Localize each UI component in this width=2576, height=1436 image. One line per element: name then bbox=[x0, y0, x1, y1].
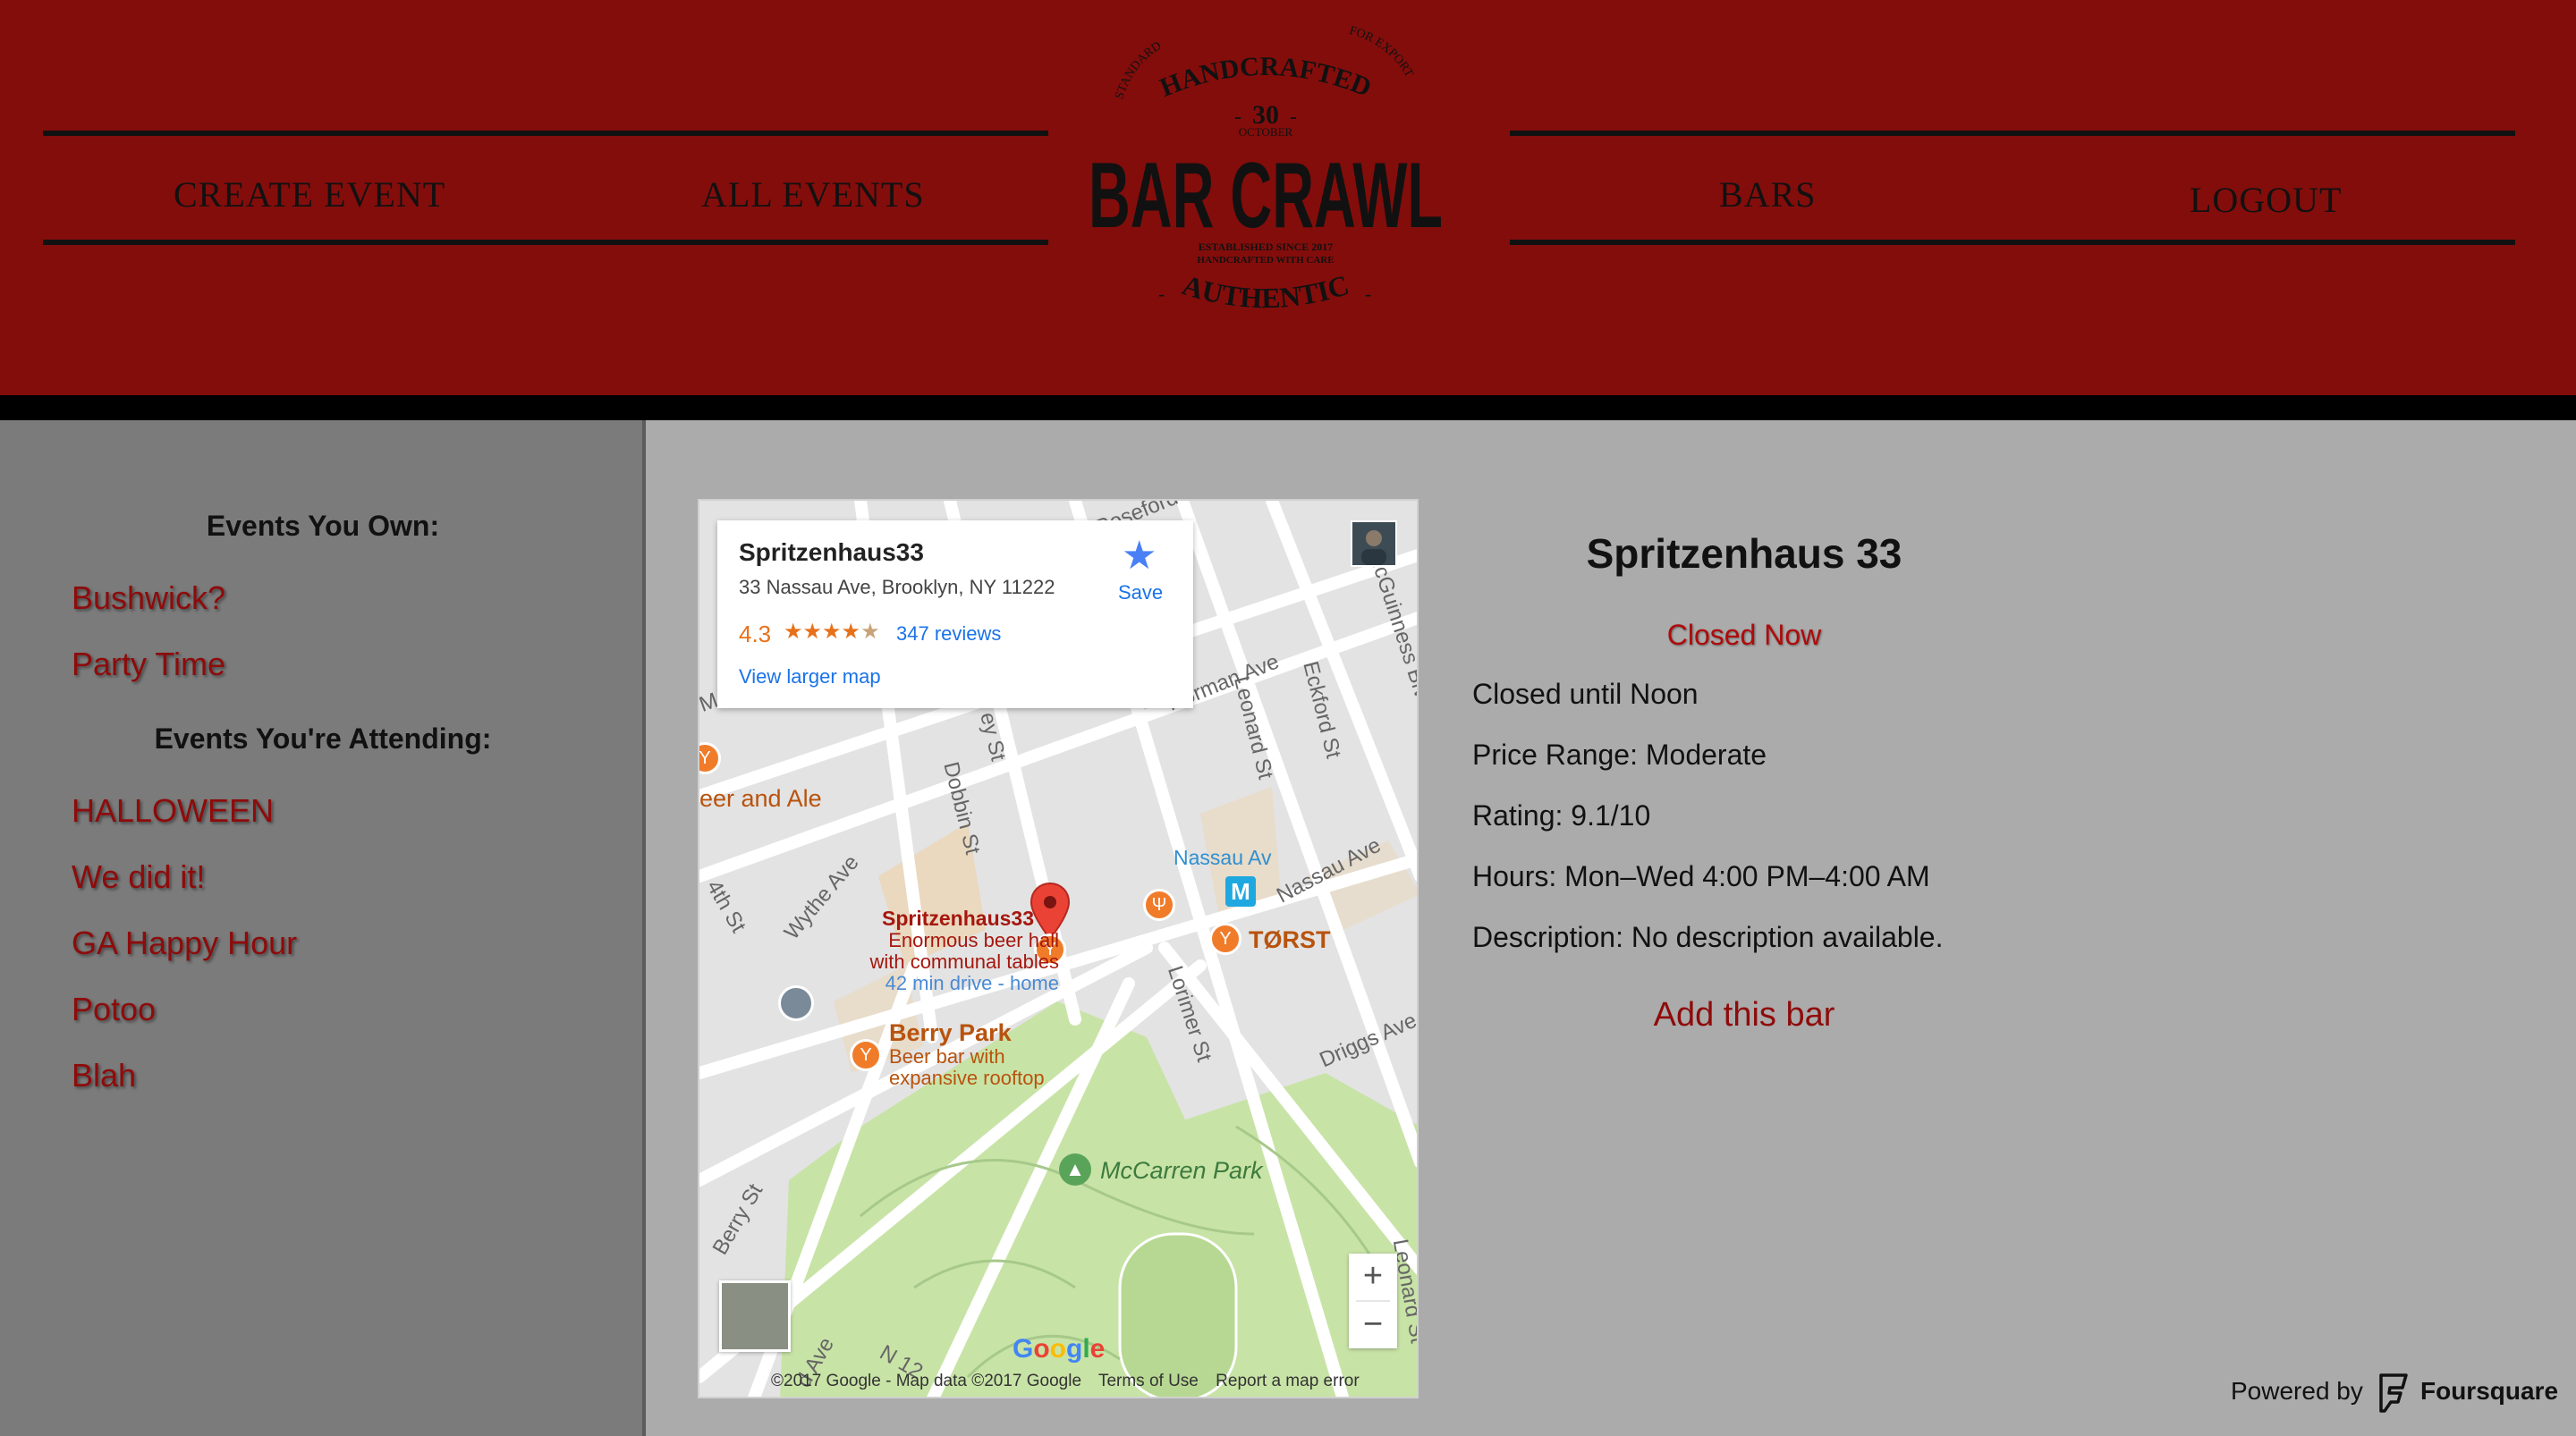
view-larger-map-link[interactable]: View larger map bbox=[739, 665, 881, 688]
nav-logout[interactable]: LOGOUT bbox=[2190, 179, 2342, 221]
nav-all-events[interactable]: ALL EVENTS bbox=[701, 173, 925, 215]
open-status: Closed Now bbox=[1666, 619, 1822, 651]
foursquare-brand: Foursquare bbox=[2420, 1377, 2559, 1405]
attending-event-link[interactable]: We did it! bbox=[72, 858, 205, 896]
logo-month: OCTOBER bbox=[1239, 125, 1293, 139]
park-tree-icon[interactable]: ▲ bbox=[1059, 1153, 1091, 1186]
bar-marker-icon[interactable]: Y bbox=[850, 1039, 882, 1071]
owned-event-link[interactable]: Bushwick? bbox=[72, 579, 225, 617]
logo-care: HANDCRAFTED WITH CARE bbox=[1197, 255, 1334, 266]
sidebar: Events You Own: Bushwick? Party Time Eve… bbox=[0, 420, 646, 1436]
svg-text:-: - bbox=[1365, 283, 1371, 305]
poi-spritzenhaus-desc: Enormous beer hall bbox=[888, 929, 1059, 951]
attending-events-heading: Events You're Attending: bbox=[154, 722, 492, 755]
attending-event-link[interactable]: Potoo bbox=[72, 991, 156, 1028]
svg-text:-: - bbox=[1158, 283, 1165, 305]
owned-events-heading: Events You Own: bbox=[206, 510, 440, 542]
place-address: 33 Nassau Ave, Brooklyn, NY 11222 bbox=[739, 576, 1055, 598]
closed-until: Closed until Noon bbox=[1472, 678, 1699, 710]
logo-bottom-arc: AUTHENTIC bbox=[1179, 268, 1352, 314]
poi-berry-park-desc: expansive rooftop bbox=[889, 1067, 1045, 1089]
logo-title: BAR CRAWL bbox=[1089, 144, 1443, 248]
star-icon[interactable]: ★ bbox=[1122, 533, 1157, 579]
nav-right: BARS LOGOUT bbox=[1510, 131, 2515, 245]
poi-spritzenhaus-drive: 42 min drive - home bbox=[885, 972, 1059, 994]
bar-description: Description: No description available. bbox=[1472, 921, 1944, 953]
owned-event-link[interactable]: Party Time bbox=[72, 646, 225, 683]
attending-event-link[interactable]: GA Happy Hour bbox=[72, 925, 297, 962]
terms-of-use-link[interactable]: Terms of Use bbox=[1098, 1372, 1199, 1390]
poi-mccarren-park[interactable]: McCarren Park bbox=[1100, 1157, 1263, 1185]
transit-nassau-av[interactable]: Nassau Av bbox=[1174, 846, 1272, 870]
nav-left: CREATE EVENT ALL EVENTS bbox=[43, 131, 1048, 245]
attending-event-link[interactable]: Blah bbox=[72, 1057, 136, 1094]
user-silhouette-icon bbox=[1361, 530, 1386, 565]
header-divider bbox=[0, 395, 2576, 420]
bar-hours: Hours: Mon–Wed 4:00 PM–4:00 AM bbox=[1472, 860, 1930, 892]
map-footer: ©2017 Google - Map data ©2017 Google Ter… bbox=[771, 1372, 1372, 1397]
zoom-in-button[interactable]: + bbox=[1349, 1254, 1397, 1300]
account-avatar[interactable] bbox=[1351, 520, 1397, 567]
bar-crawl-logo[interactable]: HANDCRAFTED STANDARD FOR EXPORT - 30 - O… bbox=[1073, 21, 1458, 325]
place-info-card: Spritzenhaus33 33 Nassau Ave, Brooklyn, … bbox=[717, 520, 1193, 708]
subway-icon[interactable]: M bbox=[1225, 876, 1256, 907]
poi-torst[interactable]: TØRST bbox=[1249, 926, 1331, 954]
nav-create-event[interactable]: CREATE EVENT bbox=[174, 173, 445, 215]
bar-title: Spritzenhaus 33 bbox=[1586, 530, 1902, 577]
google-logo: Google bbox=[1013, 1334, 1106, 1364]
logo-left-small: STANDARD bbox=[1113, 39, 1164, 101]
poi-berry-park[interactable]: Berry Park bbox=[889, 1019, 1012, 1047]
poi-berry-park-desc: Beer bar with bbox=[889, 1045, 1005, 1068]
svg-text:HANDCRAFTED: HANDCRAFTED bbox=[1156, 52, 1376, 103]
rating-stars-icon: ★★★★★ bbox=[784, 620, 880, 644]
place-name: Spritzenhaus33 bbox=[739, 538, 924, 566]
restaurant-marker-icon[interactable]: Ψ bbox=[1143, 889, 1175, 921]
foursquare-icon bbox=[2379, 1373, 2408, 1413]
poi-spritzenhaus-desc: with communal tables bbox=[869, 950, 1059, 973]
bar-marker-icon[interactable]: Y bbox=[1209, 923, 1241, 955]
satellite-view-toggle[interactable] bbox=[719, 1280, 791, 1352]
powered-by-label: Powered by bbox=[2231, 1377, 2363, 1405]
report-map-error-link[interactable]: Report a map error bbox=[1216, 1372, 1360, 1390]
zoom-out-button[interactable]: − bbox=[1349, 1302, 1397, 1348]
site-header: CREATE EVENT ALL EVENTS BARS LOGOUT HAND… bbox=[0, 0, 2576, 395]
logo-top-arc: HANDCRAFTED bbox=[1156, 52, 1376, 103]
price-range: Price Range: Moderate bbox=[1472, 739, 1767, 771]
svg-text:STANDARD: STANDARD bbox=[1113, 39, 1164, 101]
svg-text:AUTHENTIC: AUTHENTIC bbox=[1179, 268, 1352, 314]
nav-bars[interactable]: BARS bbox=[1719, 173, 1817, 215]
bar-rating: Rating: 9.1/10 bbox=[1472, 799, 1651, 832]
flag-marker-icon[interactable] bbox=[778, 985, 814, 1021]
add-bar-button[interactable]: Add this bar bbox=[1476, 996, 2012, 1035]
place-rating: 4.3 bbox=[739, 621, 772, 647]
attending-event-link[interactable]: HALLOWEEN bbox=[72, 792, 274, 830]
save-place-button[interactable]: Save bbox=[1118, 581, 1163, 604]
zoom-controls: + − bbox=[1349, 1254, 1397, 1348]
map-copyright: ©2017 Google - Map data ©2017 Google bbox=[771, 1372, 1082, 1390]
poi-spritzenhaus-name[interactable]: Spritzenhaus33 bbox=[882, 907, 1034, 931]
logo-established: ESTABLISHED SINCE 2017 bbox=[1199, 241, 1334, 253]
reviews-link[interactable]: 347 reviews bbox=[896, 622, 1001, 646]
poi-beer-and-ale[interactable]: eer and Ale bbox=[699, 785, 822, 813]
google-map-embed[interactable]: Norman Ave Leonard St Eckford St McGuinn… bbox=[698, 499, 1419, 1398]
